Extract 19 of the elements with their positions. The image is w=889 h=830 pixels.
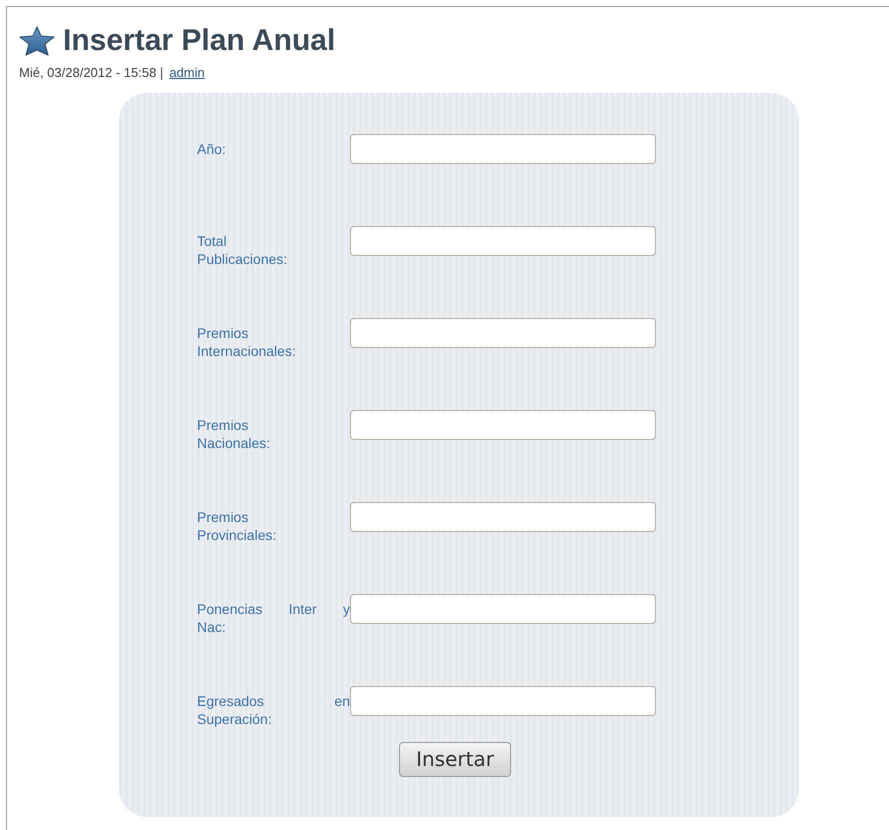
field-label: Ponencias Inter y Nac:	[197, 600, 350, 636]
input-field[interactable]	[350, 594, 656, 624]
input-field[interactable]	[350, 502, 656, 532]
author-link[interactable]: admin	[169, 63, 205, 82]
field-label: Año:	[197, 140, 227, 158]
input-field[interactable]	[350, 226, 656, 256]
input-field[interactable]	[350, 134, 656, 164]
page-title: Insertar Plan Anual	[63, 23, 336, 59]
post-date: Mié, 03/28/2012 - 15:58 |	[19, 64, 164, 82]
input-field[interactable]	[350, 686, 656, 716]
star-icon	[19, 25, 55, 57]
input-field[interactable]	[350, 410, 656, 440]
field-label: Premios Internacionales:	[197, 324, 297, 360]
input-field[interactable]	[350, 318, 656, 348]
field-label: Premios Provinciales:	[197, 508, 278, 544]
field-label: Premios Nacionales:	[197, 416, 272, 452]
insert-button[interactable]: Insertar	[399, 742, 511, 776]
field-label: Total Publicaciones:	[197, 232, 288, 268]
field-label: Egresados en Superación:	[197, 692, 350, 728]
